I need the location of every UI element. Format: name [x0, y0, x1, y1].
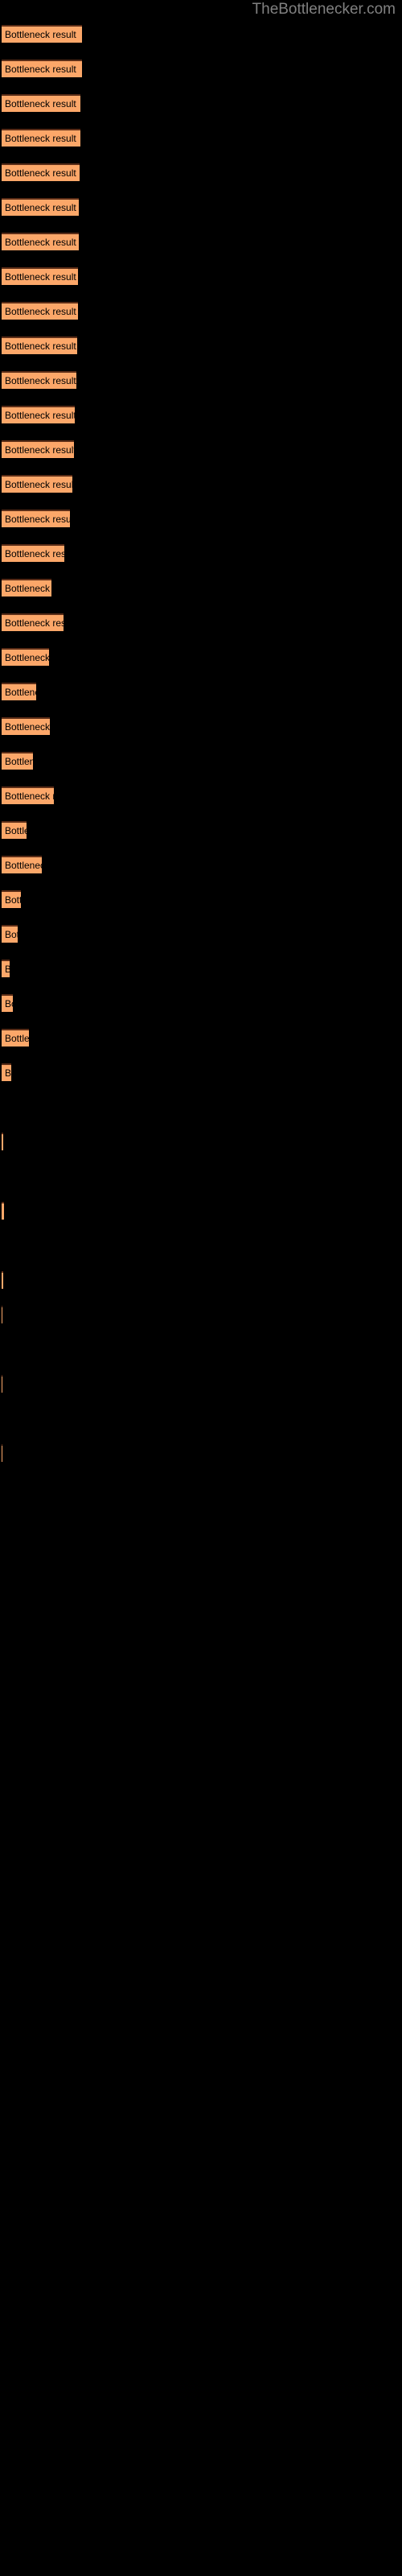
bar-label: Bottleneck result [5, 548, 64, 559]
bar-item[interactable]: Bottleneck result [2, 786, 54, 804]
bar-item[interactable]: Bottleneck result [2, 267, 78, 285]
bar-label: Bottleneck result [5, 98, 76, 109]
bar-item[interactable]: Bottleneck result [2, 233, 79, 250]
bar-label: Bottleneck result [5, 341, 76, 352]
bar-label: Bottleneck result [5, 271, 76, 283]
bar-label: Bottleneck result [5, 237, 76, 248]
bar-label: Bottleneck result [5, 860, 42, 871]
bar-item[interactable]: Bottleneck result [2, 579, 51, 597]
bar-item[interactable]: Bottleneck result [2, 336, 77, 354]
bar-label: Bottleneck result [5, 479, 72, 490]
bar-label: Bottleneck result [5, 617, 64, 629]
bar-label: Bottleneck result [5, 894, 21, 906]
bar-item[interactable]: Bottleneck result [2, 302, 78, 320]
bar-item[interactable]: Bottleneck result [2, 683, 36, 700]
bar-item[interactable]: Bottleneck result [2, 925, 18, 943]
bar-label: Bottleneck result [5, 444, 74, 456]
bar-item[interactable]: Bottleneck result [2, 890, 21, 908]
bar-item[interactable]: Bottleneck result [2, 1271, 3, 1289]
bar-label: Bottleneck result [5, 1067, 11, 1079]
bar-item[interactable]: Bottleneck result [2, 960, 10, 977]
bar-item[interactable]: Bottleneck result [2, 475, 72, 493]
bar-label: Bottleneck result [5, 64, 76, 75]
bar-label: Bottleneck result [5, 167, 76, 179]
bar-label: Bottleneck result [5, 514, 70, 525]
bottleneck-chart: TheBottlenecker.com Bottleneck result Bot… [0, 0, 402, 2576]
bar-item[interactable]: Bottleneck result [2, 1029, 29, 1046]
bar-item[interactable]: Bottleneck result [2, 25, 82, 43]
bar-list: Bottleneck result Bottleneck result Bottle… [0, 0, 402, 2576]
bar-item[interactable]: Bottleneck result [2, 406, 75, 423]
bar-label: Bottleneck result [5, 410, 75, 421]
bar-item[interactable]: Bottleneck result [2, 752, 33, 770]
bar-label: Bottleneck result [5, 929, 18, 940]
bar-item[interactable]: Bottleneck result [2, 1202, 4, 1220]
bar-label: Bottleneck result [5, 963, 10, 976]
bar-label: Bottleneck result [5, 1033, 29, 1044]
bar-label: Bottleneck result [5, 825, 27, 836]
bar-item[interactable]: Bottleneck result [2, 198, 79, 216]
bar-item[interactable]: Bottleneck result [2, 510, 70, 527]
bar-label: Bottleneck result [5, 652, 49, 663]
bar-item[interactable]: Bottleneck result [2, 371, 76, 389]
bar-label: Bottleneck result [5, 791, 54, 802]
bar-item[interactable]: Bottleneck result [2, 994, 13, 1012]
bar-label: Bottleneck result [5, 721, 50, 733]
bar-item[interactable]: Bottleneck result [2, 544, 64, 562]
bar-item[interactable]: Bottleneck result [2, 163, 80, 181]
bar-item[interactable]: Bottleneck result [2, 856, 42, 873]
bar-label: Bottleneck result [5, 202, 76, 213]
bar-label: Bottleneck result [5, 375, 76, 386]
bar-item[interactable]: Bottleneck result [2, 440, 74, 458]
bar-item[interactable]: Bottleneck result [2, 613, 64, 631]
bar-label: Bottleneck result [5, 998, 13, 1009]
bar-item[interactable]: Bottleneck result [2, 60, 82, 77]
bar-label: Bottleneck result [5, 687, 36, 698]
bar-label: Bottleneck result [5, 133, 76, 144]
bar-item[interactable]: Bottleneck result [2, 717, 50, 735]
bar-label: Bottleneck result [5, 306, 76, 317]
bar-item[interactable]: Bottleneck result [2, 94, 80, 112]
bar-label: Bottleneck result [5, 29, 76, 40]
bar-item[interactable]: Bottleneck result [2, 1063, 11, 1081]
bar-item[interactable]: Bottleneck result [2, 821, 27, 839]
bar-item[interactable]: Bottleneck result [2, 129, 80, 147]
bar-item[interactable]: Bottleneck result [2, 1133, 3, 1150]
bar-label: Bottleneck result [5, 583, 51, 594]
bar-item[interactable]: Bottleneck result [2, 648, 49, 666]
bar-label: Bottleneck result [5, 756, 33, 767]
